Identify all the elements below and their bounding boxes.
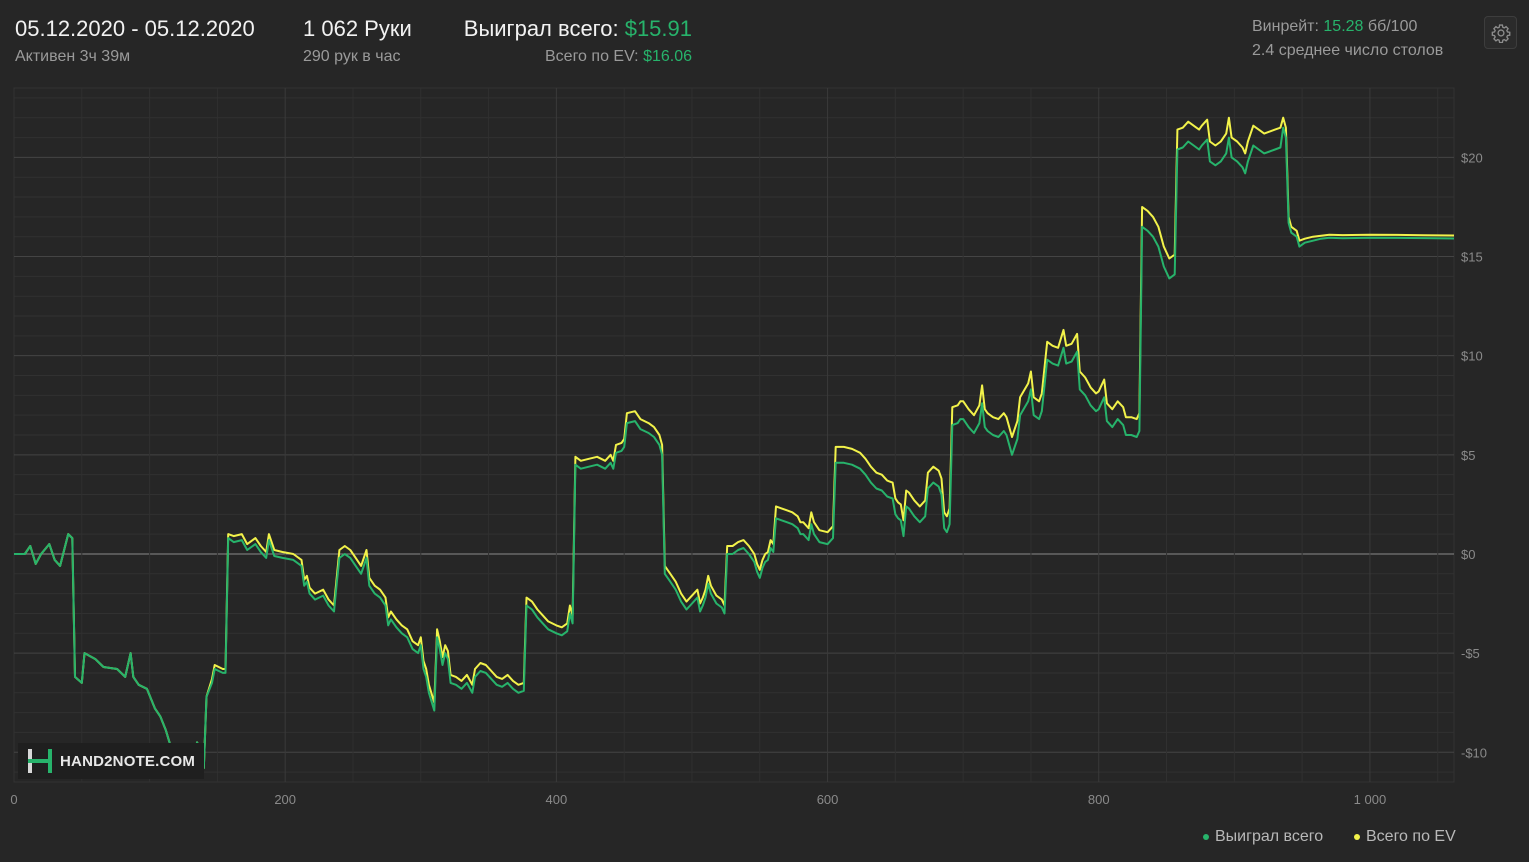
winrate-label: Винрейт: — [1252, 18, 1319, 35]
x-tick-label: 1 000 — [1354, 792, 1387, 807]
grid — [13, 87, 1455, 783]
ev-value: $16.06 — [643, 48, 692, 65]
winrate: Винрейт: 15.28 бб/100 — [1252, 18, 1443, 36]
y-tick-label: $20 — [1461, 150, 1483, 165]
won-total: Выиграл всего: $15.91 — [440, 16, 692, 42]
hands-per-hour: 290 рук в час — [303, 48, 401, 65]
legend-item-ev[interactable]: Всего по EV — [1354, 828, 1456, 846]
x-tick-label: 600 — [817, 792, 839, 807]
x-tick-label: 800 — [1088, 792, 1110, 807]
x-tick-label: 200 — [274, 792, 296, 807]
hand2note-logo-mark — [28, 749, 52, 773]
y-tick-label: $5 — [1461, 448, 1475, 463]
hand2note-logo: HAND2NOTE.COM — [18, 743, 204, 779]
x-tick-label: 0 — [10, 792, 17, 807]
profit-chart: -$10 -$5 $0 $5 $10 $15 $20 0 200 400 600 800 1 000 — [10, 87, 1487, 807]
date-range: 05.12.2020 - 05.12.2020 — [15, 16, 255, 41]
series-line-won — [14, 126, 1455, 770]
ev-label: Всего по EV: — [545, 48, 639, 65]
legend-item-won[interactable]: Выиграл всего — [1203, 828, 1323, 846]
avg-tables: 2.4 среднее число столов — [1252, 42, 1444, 59]
winrate-unit: бб/100 — [1367, 18, 1418, 35]
gear-icon — [1491, 23, 1510, 43]
series-lines — [14, 116, 1455, 770]
date-range-block: 05.12.2020 - 05.12.2020 Активен 3ч 39м — [15, 16, 255, 66]
y-tick-label: $10 — [1461, 349, 1483, 364]
hands-count: 1 062 Руки — [303, 16, 412, 41]
y-tick-label: $0 — [1461, 547, 1475, 562]
winrate-block: Винрейт: 15.28 бб/100 2.4 среднее число … — [1252, 18, 1443, 60]
y-axis-ticks: -$10 -$5 $0 $5 $10 $15 $20 — [1461, 150, 1487, 760]
y-tick-label: -$5 — [1461, 646, 1480, 661]
winnings-block: Выиграл всего: $15.91 Всего по EV: $16.0… — [440, 16, 692, 66]
won-value: $15.91 — [624, 16, 692, 41]
logo-text: HAND2NOTE.COM — [60, 752, 196, 770]
winrate-value: 15.28 — [1323, 18, 1364, 35]
x-axis-ticks: 0 200 400 600 800 1 000 — [10, 792, 1386, 807]
won-label: Выиграл всего: — [463, 16, 619, 41]
series-line-ev — [14, 116, 1455, 770]
y-tick-label: -$10 — [1461, 745, 1487, 760]
active-time: Активен 3ч 39м — [15, 48, 131, 65]
ev-total: Всего по EV: $16.06 — [440, 48, 692, 66]
y-tick-label: $15 — [1461, 250, 1483, 265]
hands-block: 1 062 Руки 290 рук в час — [303, 16, 412, 66]
legend-label-won: Выиграл всего — [1215, 828, 1324, 845]
legend-dot-ev — [1354, 834, 1360, 840]
legend-dot-won — [1203, 834, 1209, 840]
legend-label-ev: Всего по EV — [1366, 828, 1456, 845]
settings-button[interactable] — [1484, 16, 1517, 49]
x-tick-label: 400 — [546, 792, 568, 807]
